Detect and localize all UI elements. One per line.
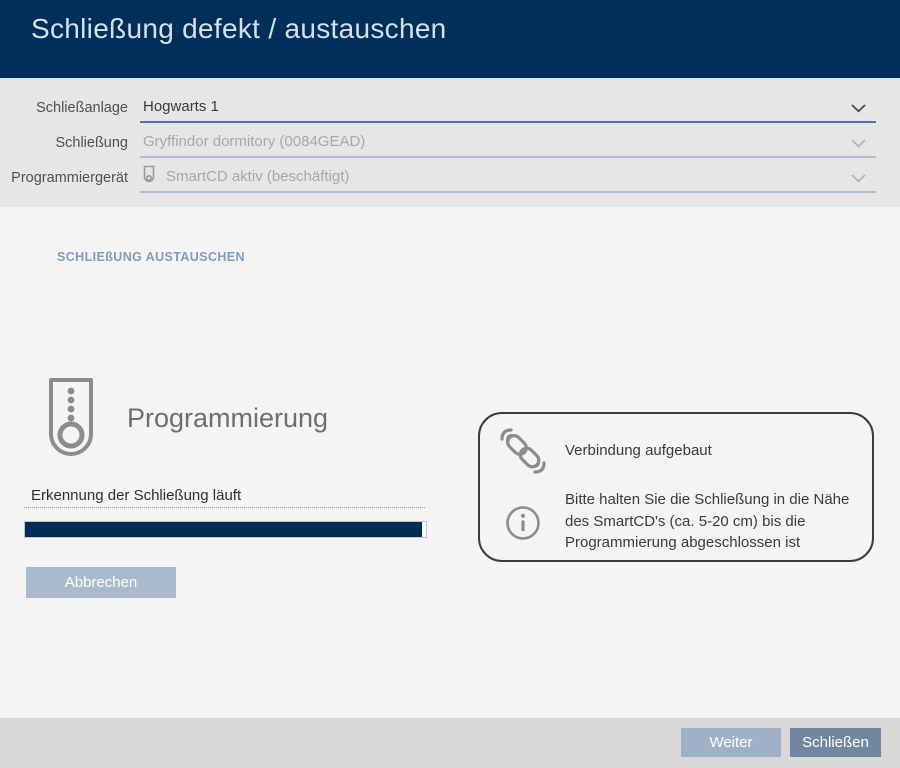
form-row-schliessanlage: Schließanlage Hogwarts 1 [0,89,900,123]
progress-status-text: Erkennung der Schließung läuft [31,487,241,504]
schliessanlage-value: Hogwarts 1 [143,98,219,115]
footer-bar: Weiter Schließen [0,718,900,768]
lock-cylinder-icon [48,377,94,461]
schliessung-select: Gryffindor dormitory (0084GEAD) [140,124,876,158]
programmiergeraet-label: Programmiergerät [0,170,128,186]
schliessung-label: Schließung [0,135,128,151]
lock-replace-dialog: { "window": { "title": "Schließung defek… [0,0,900,768]
status-badge: SCHLIEßUNG AUSTAUSCHEN [57,250,245,264]
form-row-programmiergeraet: Programmiergerät SmartCD aktiv (beschäft… [0,159,900,193]
dialog-title: Schließung defekt / austauschen [31,13,447,45]
dotted-separator [24,507,425,508]
wireless-link-icon [500,428,546,474]
smartcd-device-icon [143,165,155,185]
progress-fill [25,522,422,537]
programmiergeraet-value: SmartCD aktiv (beschäftigt) [166,168,349,185]
schliessanlage-select[interactable]: Hogwarts 1 [140,89,876,123]
close-button[interactable]: Schließen [790,728,881,757]
cancel-button[interactable]: Abbrechen [26,567,176,598]
form-panel: Schließanlage Hogwarts 1 Schließung Gryf… [0,78,900,207]
chevron-down-icon [851,174,866,183]
next-button[interactable]: Weiter [681,728,781,757]
schliessanlage-label: Schließanlage [0,100,128,116]
instruction-text: Bitte halten Sie die Schließung in die N… [565,489,877,554]
chevron-down-icon [851,139,866,148]
schliessung-value: Gryffindor dormitory (0084GEAD) [143,133,365,150]
info-panel: Verbindung aufgebaut Bitte halten Sie di… [478,412,874,562]
connection-status-text: Verbindung aufgebaut [565,442,712,459]
page-title: Programmierung [127,403,328,434]
info-circle-icon [505,505,541,541]
programmiergeraet-select: SmartCD aktiv (beschäftigt) [140,159,876,193]
progress-bar [24,521,427,538]
form-row-schliessung: Schließung Gryffindor dormitory (0084GEA… [0,124,900,158]
chevron-down-icon[interactable] [851,104,866,113]
dialog-header: Schließung defekt / austauschen [0,0,900,78]
